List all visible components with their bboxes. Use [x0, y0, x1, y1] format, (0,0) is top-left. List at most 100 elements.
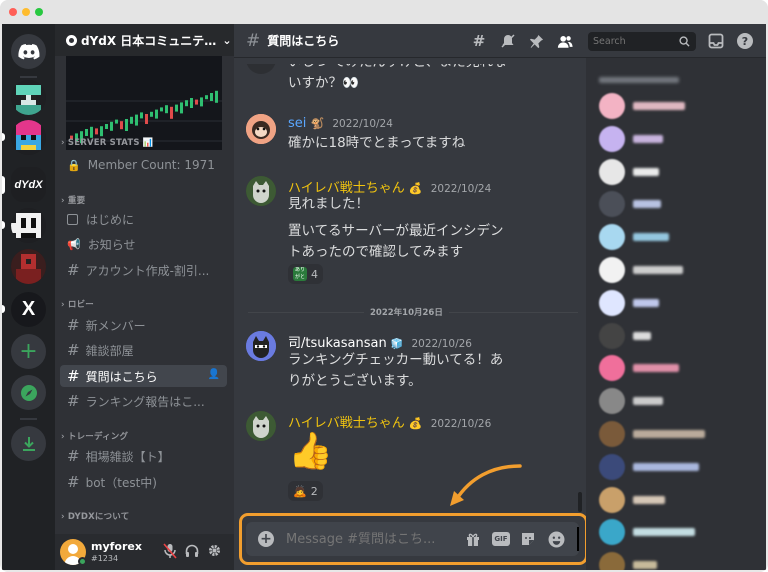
server-pixel-3[interactable] [11, 208, 46, 243]
invite-icon[interactable]: 👤 [208, 369, 220, 380]
member-list-item[interactable] [599, 388, 759, 418]
channel-label: 質問はこちら [85, 369, 158, 384]
pinned-messages-button[interactable] [528, 33, 544, 49]
muted-microphone-icon [163, 543, 177, 559]
category-server-stats[interactable]: › SERVER STATS 📊 [61, 138, 154, 148]
member-list-item[interactable] [599, 453, 759, 484]
threads-button[interactable]: # [471, 32, 487, 50]
author-name[interactable]: 司/tsukasansan [288, 336, 387, 351]
channel-chat-room[interactable]: # 雑談部屋 [60, 339, 227, 361]
member-list-item[interactable] [599, 519, 759, 549]
candle-mark [110, 121, 113, 131]
reaction-button[interactable]: 🙇 2 [288, 481, 323, 501]
member-list-item[interactable] [599, 421, 759, 451]
candle-mark [105, 124, 108, 129]
member-list-item[interactable] [599, 355, 759, 385]
text-cursor [577, 527, 579, 551]
candle-mark [140, 112, 143, 119]
category-lobby[interactable]: › ロビー [61, 298, 94, 310]
zoom-window-button[interactable] [35, 8, 43, 16]
arigatou-emoji-icon: ありがとう [293, 267, 307, 281]
attach-button[interactable]: + [258, 531, 274, 547]
channel-label: bot（test中) [85, 475, 157, 490]
help-button[interactable]: ? [737, 33, 753, 49]
pixel-avatar-icon [11, 80, 46, 115]
emoji-button[interactable] [548, 531, 565, 552]
avatar [599, 125, 625, 152]
member-list-item[interactable] [599, 224, 759, 254]
candle-mark [130, 116, 133, 124]
discord-home-button[interactable] [11, 34, 46, 69]
server-pixel-2[interactable] [11, 120, 46, 155]
server-x[interactable]: X [11, 292, 46, 327]
channel-account-creation[interactable]: # アカウント作成-割引... [60, 259, 227, 281]
sticker-button[interactable] [520, 531, 536, 551]
gif-button[interactable]: GIF [492, 532, 510, 546]
channel-label: Member Count: 1971 [87, 158, 215, 172]
minimize-window-button[interactable] [22, 8, 30, 16]
channel-sidebar: dYdX 日本コミュニテ… ⌄ › SERVER STATS 📊 🔒 Member… [55, 24, 234, 570]
author-name[interactable]: sei [288, 116, 306, 131]
category-about-dydx[interactable]: › DYDXについて [61, 510, 129, 522]
channel-questions[interactable]: # 質問はこちら 👤 [60, 365, 227, 387]
member-list-item[interactable] [599, 93, 759, 123]
channel-ranking-report[interactable]: # ランキング報告はこ... [60, 390, 227, 412]
deafen-button[interactable] [185, 543, 199, 563]
explore-servers-button[interactable] [11, 375, 46, 410]
server-pixel-4[interactable] [11, 249, 46, 284]
headphones-icon [185, 544, 199, 557]
inbox-icon [708, 33, 724, 49]
category-label: SERVER STATS 📊 [67, 138, 154, 148]
channel-bot-test[interactable]: # bot（test中) [60, 471, 227, 493]
avatar[interactable] [246, 176, 276, 206]
category-important[interactable]: › 重要 [61, 194, 85, 206]
member-list-item[interactable] [599, 257, 759, 287]
avatar [599, 257, 625, 283]
server-pixel-1[interactable] [11, 80, 46, 115]
category-trading[interactable]: › トレーディング [61, 430, 128, 442]
member-list-item[interactable] [599, 486, 759, 517]
reaction-button[interactable]: ありがとう 4 [288, 264, 323, 284]
message-input[interactable] [286, 528, 454, 550]
avatar[interactable] [246, 331, 276, 361]
notification-settings-button[interactable] [500, 33, 516, 49]
close-window-button[interactable] [9, 8, 17, 16]
member-list-item[interactable] [599, 158, 759, 189]
inbox-button[interactable] [708, 33, 724, 53]
mute-microphone-button[interactable] [163, 543, 177, 563]
server-dydx[interactable]: dYdX [11, 167, 46, 202]
channel-hajimeni[interactable]: はじめに [60, 208, 227, 230]
member-list-item[interactable] [599, 289, 759, 320]
member-list-item[interactable] [599, 552, 759, 570]
search-input[interactable] [593, 34, 673, 49]
user-settings-button[interactable] [207, 543, 222, 562]
thumbs-up-emoji: 👍 [288, 431, 333, 472]
download-apps-button[interactable] [11, 426, 46, 461]
server-header[interactable]: dYdX 日本コミュニテ… ⌄ [55, 24, 234, 56]
member-list-button[interactable] [557, 33, 573, 49]
avatar [599, 552, 625, 570]
pixel-avatar-icon [11, 120, 46, 155]
channel-new-members[interactable]: # 新メンバー [60, 314, 227, 336]
compass-icon [20, 384, 37, 401]
gift-icon [467, 533, 479, 546]
category-label: DYDXについて [67, 512, 130, 522]
channel-announcements[interactable]: 📢 お知らせ [60, 233, 227, 255]
add-server-button[interactable]: + [11, 334, 46, 369]
candle-mark [180, 102, 183, 114]
gift-button[interactable] [465, 531, 481, 551]
member-list-item[interactable] [599, 322, 759, 353]
channel-market-chat[interactable]: # 相場雑談【ト】 [60, 445, 227, 467]
member-list-item[interactable] [599, 125, 759, 156]
avatar[interactable] [246, 114, 276, 144]
candle-mark [120, 121, 123, 130]
member-list-item[interactable] [599, 191, 759, 221]
avatar[interactable] [246, 411, 276, 441]
channel-member-count[interactable]: 🔒 Member Count: 1971 [60, 154, 227, 176]
online-status-icon [78, 557, 87, 566]
member-name-redacted [633, 528, 695, 537]
chat-scrollbar[interactable] [578, 492, 582, 512]
search-box[interactable] [588, 32, 696, 51]
candle-mark [100, 126, 103, 137]
avatar [599, 322, 625, 349]
